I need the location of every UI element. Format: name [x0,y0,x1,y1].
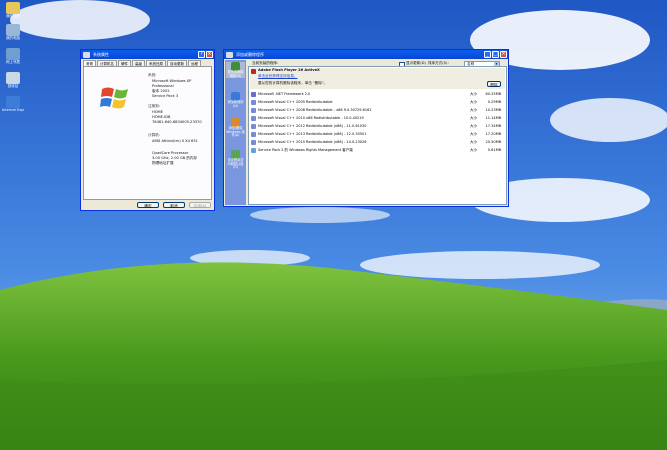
sidebar-item-defaults[interactable]: 设定程序访问和默认值(O) [226,150,245,170]
program-name: Microsoft Visual C++ 2010 x86 Redistribu… [258,116,364,120]
sidebar-item-windows-components[interactable]: 添加/删除 Windows 组件(A) [226,118,245,138]
size-label: 大小 [470,140,477,144]
close-button[interactable]: × [500,51,507,58]
cpu-line-1: AMD Athlon(tm) II X4 651 [152,139,198,143]
add-remove-programs-window: 添加或删除程序 _ □ × 更改或删除程序(H) 添加新程序(N) 添加/删除 … [223,49,509,207]
program-icon [251,124,256,129]
ok-button[interactable]: 确定 [137,202,159,208]
desktop-icon-my-documents[interactable]: 我的文档 [2,2,24,18]
size-label: 大小 [470,148,477,152]
program-name: Service Pack 2 的 Windows Rights Manageme… [258,148,353,152]
system-properties-window: 系统属性 ? × 常规 计算机名 硬件 高级 系统还原 自动更新 远程 系统: … [80,49,215,211]
system-properties-titlebar[interactable]: 系统属性 ? × [81,50,214,59]
windows-logo-icon [100,87,128,109]
program-name: Microsoft Visual C++ 2012 Redistributabl… [258,124,367,128]
maximize-button[interactable]: □ [492,51,499,58]
size-value: 0.61MB [487,148,501,152]
desktop-icon-recycle-bin[interactable]: 回收站 [2,72,24,88]
size-label: 大小 [470,100,477,104]
size-label: 大小 [470,116,477,120]
sidebar-item-change-remove[interactable]: 更改或删除程序(H) [226,62,245,79]
desktop-icon-network[interactable]: 网上邻居 [2,48,24,64]
folder-icon [6,2,20,14]
window-title: 添加或删除程序 [236,51,264,57]
program-row[interactable]: Service Pack 2 的 Windows Rights Manageme… [250,147,505,154]
sidebar: 更改或删除程序(H) 添加新程序(N) 添加/删除 Windows 组件(A) … [225,60,246,205]
size-label: 大小 [470,132,477,136]
selected-program[interactable]: Adobe Flash Player 26 ActiveX 单击此处获得支持信息… [250,68,505,89]
program-name: Microsoft Visual C++ 2005 Redistributabl… [258,100,333,104]
program-name: Microsoft Visual C++ 2008 Redistributabl… [258,108,372,112]
program-row[interactable]: Microsoft Visual C++ 2015 Redistributabl… [250,139,505,146]
window-title: 系统属性 [93,51,109,57]
program-icon [251,116,256,121]
close-button[interactable]: × [206,51,213,58]
program-name: Microsoft .NET Framework 2.0 [258,92,311,96]
recycle-bin-icon [6,72,20,84]
desktop-icon-ie[interactable]: Internet Explorer [2,96,24,112]
program-row[interactable]: Microsoft Visual C++ 2005 Redistributabl… [250,99,505,106]
remove-button[interactable]: 删除 [487,81,501,87]
size-value: 10.23MB [485,108,501,112]
ie-icon [6,96,20,108]
size-value: 0.29MB [487,100,501,104]
sidebar-item-add-new[interactable]: 添加新程序(N) [226,92,245,108]
support-link[interactable]: 单击此处获得支持信息。 [258,74,298,79]
program-list: Adobe Flash Player 26 ActiveX 单击此处获得支持信息… [248,66,507,205]
registered-header: 注册到: [148,104,160,108]
remove-instruction: 要从您的计算机删除该程序，单击 "删除"。 [258,81,328,85]
size-value: 11.14MB [485,116,501,120]
computer-header: 计算机: [148,133,160,137]
program-icon [251,92,256,97]
apply-button[interactable]: 应用(A) [189,202,211,208]
size-label: 大小 [470,108,477,112]
program-row[interactable]: Microsoft Visual C++ 2010 x86 Redistribu… [250,115,505,122]
program-row[interactable]: Microsoft .NET Framework 2.0 大小 60.25MB [250,91,505,98]
size-label: 大小 [470,124,477,128]
size-label: 大小 [470,92,477,96]
program-name: Microsoft Visual C++ 2013 Redistributabl… [258,132,367,136]
program-row[interactable]: Microsoft Visual C++ 2013 Redistributabl… [250,131,505,138]
size-value: 17.34MB [485,124,501,128]
program-icon [251,100,256,105]
programs-icon [226,51,233,58]
desktop-icon-my-computer[interactable]: 我的电脑 [2,24,24,40]
program-icon [251,108,256,113]
general-panel: 系统: Microsoft Windows XP Professional 版本… [83,66,212,200]
minimize-button[interactable]: _ [484,51,491,58]
program-row[interactable]: Microsoft Visual C++ 2008 Redistributabl… [250,107,505,114]
size-value: 17.20MB [485,132,501,136]
program-icon [251,140,256,145]
flash-player-icon [251,69,256,74]
add-remove-titlebar[interactable]: 添加或删除程序 _ □ × [224,50,508,59]
program-row[interactable]: Microsoft Visual C++ 2012 Redistributabl… [250,123,505,130]
product-id: 76481-640-8834005-23370 [152,120,202,124]
cpu-line-5: 物理地址扩展 [152,161,174,165]
computer-icon [6,24,20,36]
size-value: 60.25MB [485,92,501,96]
cancel-button[interactable]: 取消 [163,202,185,208]
program-icon [251,148,256,153]
selected-program-name: Adobe Flash Player 26 ActiveX [258,68,320,72]
help-button[interactable]: ? [198,51,205,58]
network-icon [6,48,20,60]
system-icon [83,51,90,58]
size-value: 20.50MB [485,140,501,144]
program-name: Microsoft Visual C++ 2015 Redistributabl… [258,140,367,144]
system-header: 系统: [148,73,157,77]
program-icon [251,132,256,137]
os-line-4: Service Pack 3 [152,94,179,98]
